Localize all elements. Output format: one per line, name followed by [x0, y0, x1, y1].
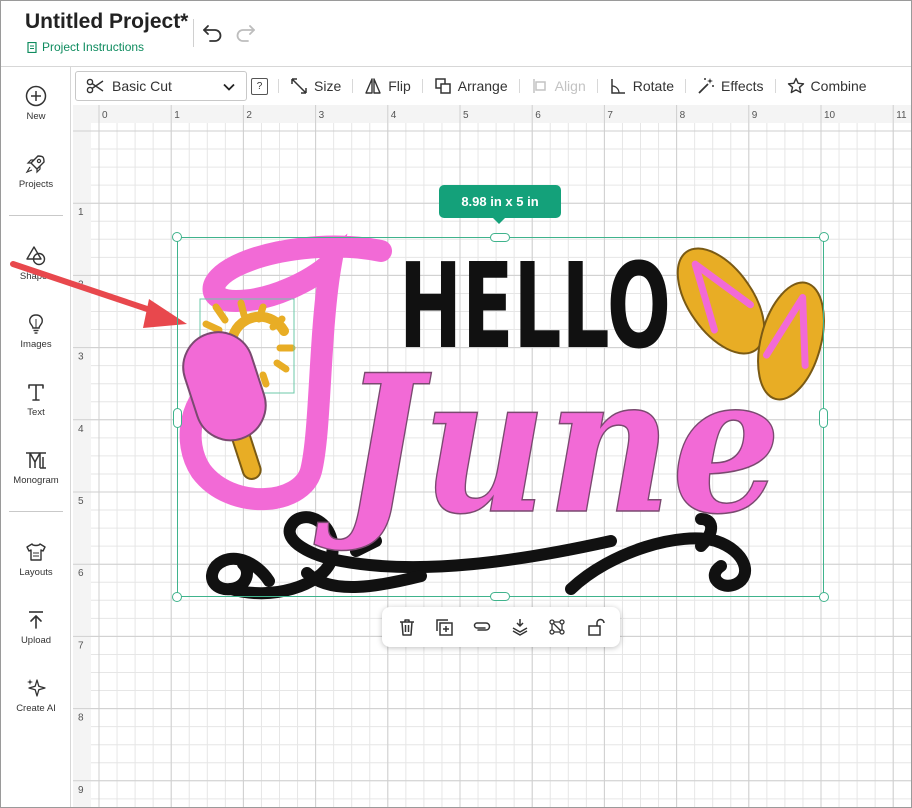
selection-action-bar	[382, 607, 620, 647]
resize-handle-top-right[interactable]	[819, 232, 829, 242]
resize-handle-bottom-right[interactable]	[819, 592, 829, 602]
resize-handle-bottom[interactable]	[490, 592, 510, 601]
unlock-icon	[588, 618, 605, 636]
trash-icon	[399, 619, 414, 636]
duplicate-icon	[436, 619, 454, 636]
contour-nodes-icon	[549, 619, 566, 635]
selection-box[interactable]	[172, 232, 829, 602]
flatten-layers-icon	[512, 619, 528, 636]
attach-button[interactable]	[469, 614, 495, 640]
resize-handle-left[interactable]	[173, 408, 182, 428]
flatten-button[interactable]	[507, 614, 533, 640]
resize-handle-bottom-left[interactable]	[172, 592, 182, 602]
delete-button[interactable]	[394, 614, 420, 640]
resize-handle-top-left[interactable]	[172, 232, 182, 242]
paperclip-icon	[473, 622, 491, 631]
lock-button[interactable]	[582, 614, 608, 640]
resize-handle-top[interactable]	[490, 233, 510, 242]
app-window: Untitled Project* Project Instructions N…	[0, 0, 912, 808]
resize-handle-right[interactable]	[819, 408, 828, 428]
duplicate-button[interactable]	[431, 614, 457, 640]
contour-button[interactable]	[544, 614, 570, 640]
annotation-arrow	[10, 261, 187, 328]
